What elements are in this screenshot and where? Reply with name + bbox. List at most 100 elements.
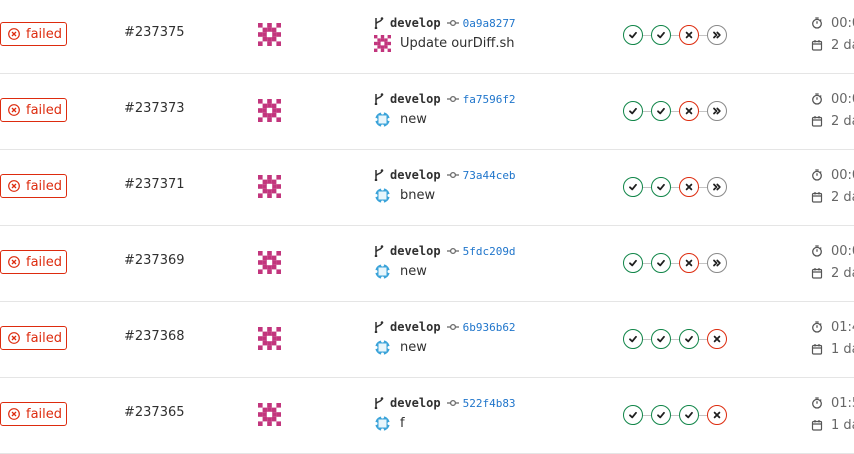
pipeline-timing: 00:0 2 da	[811, 166, 854, 210]
check-icon	[629, 107, 637, 115]
stage-passed-button[interactable]	[651, 405, 671, 425]
stage-passed-button[interactable]	[651, 329, 671, 349]
stage-connector	[671, 414, 679, 416]
stage-skipped-button[interactable]	[707, 101, 727, 121]
pipeline-row: failed #237365 develop 522f4b83 f 01: 1 …	[0, 378, 854, 454]
stage-failed-button[interactable]	[679, 177, 699, 197]
commit-sha-link[interactable]: fa7596f2	[463, 93, 516, 106]
commit-message-link[interactable]: new	[400, 264, 427, 279]
commit-sha-link[interactable]: 0a9a8277	[463, 17, 516, 30]
stage-connector	[699, 186, 707, 188]
stage-failed-button[interactable]	[679, 101, 699, 121]
pipeline-row: failed #237373 develop fa7596f2 new 00: …	[0, 74, 854, 150]
commit-message-link[interactable]: Update ourDiff.sh	[400, 36, 514, 51]
branch-name-link[interactable]: develop	[390, 92, 441, 106]
status-label: failed	[26, 254, 63, 270]
pipeline-id-link[interactable]: #237368	[124, 329, 185, 344]
calendar-icon	[811, 116, 823, 127]
commit-message-link[interactable]: new	[400, 340, 427, 355]
stage-passed-button[interactable]	[651, 253, 671, 273]
commit-sha-link[interactable]: 5fdc209d	[463, 245, 516, 258]
commit-message-link[interactable]: f	[400, 416, 405, 431]
stage-connector	[671, 34, 679, 36]
stage-passed-button[interactable]	[623, 25, 643, 45]
status-label: failed	[26, 178, 63, 194]
triggerer-avatar[interactable]	[258, 403, 281, 426]
pipeline-duration: 00:0	[831, 167, 854, 183]
status-failed-icon	[8, 180, 20, 192]
stage-failed-button[interactable]	[707, 329, 727, 349]
triggerer-avatar[interactable]	[258, 175, 281, 198]
branch-name-link[interactable]: develop	[390, 244, 441, 258]
stage-connector	[671, 262, 679, 264]
pipeline-finished-at: 2 da	[831, 37, 854, 53]
commit-sha-link[interactable]: 6b936b62	[463, 321, 516, 334]
branch-name-link[interactable]: develop	[390, 396, 441, 410]
status-label: failed	[26, 406, 63, 422]
pipeline-id-link[interactable]: #237371	[124, 177, 185, 192]
commit-author-avatar[interactable]	[374, 415, 391, 432]
commit-author-avatar[interactable]	[374, 339, 391, 356]
check-icon	[629, 335, 637, 343]
triggerer-avatar[interactable]	[258, 23, 281, 46]
pipeline-id-link[interactable]: #237373	[124, 101, 185, 116]
status-badge-failed[interactable]: failed	[0, 98, 67, 122]
stage-passed-button[interactable]	[623, 253, 643, 273]
stage-passed-button[interactable]	[651, 101, 671, 121]
commit-author-avatar[interactable]	[374, 263, 391, 280]
branch-icon	[374, 169, 384, 181]
pipeline-row: failed #237375 develop 0a9a8277 Update o…	[0, 0, 854, 74]
stage-failed-button[interactable]	[679, 253, 699, 273]
stage-passed-button[interactable]	[679, 329, 699, 349]
stage-skipped-button[interactable]	[707, 25, 727, 45]
check-icon	[629, 183, 637, 191]
commit-icon	[446, 171, 459, 179]
pipeline-duration: 00:0	[831, 243, 854, 259]
stage-connector	[643, 110, 651, 112]
stage-passed-button[interactable]	[651, 177, 671, 197]
commit-author-avatar[interactable]	[374, 187, 391, 204]
pipeline-id-link[interactable]: #237375	[124, 25, 185, 40]
status-badge-failed[interactable]: failed	[0, 250, 67, 274]
branch-name-link[interactable]: develop	[390, 320, 441, 334]
stage-connector	[643, 414, 651, 416]
status-badge-failed[interactable]: failed	[0, 174, 67, 198]
commit-author-avatar[interactable]	[374, 35, 391, 52]
status-badge-failed[interactable]: failed	[0, 402, 67, 426]
stage-failed-button[interactable]	[707, 405, 727, 425]
stage-passed-button[interactable]	[679, 405, 699, 425]
status-badge-failed[interactable]: failed	[0, 326, 67, 350]
pipeline-duration: 01:4	[831, 319, 854, 335]
branch-name-link[interactable]: develop	[390, 16, 441, 30]
close-icon	[685, 259, 693, 267]
triggerer-avatar[interactable]	[258, 327, 281, 350]
stage-passed-button[interactable]	[623, 329, 643, 349]
stage-passed-button[interactable]	[651, 25, 671, 45]
triggerer-avatar[interactable]	[258, 99, 281, 122]
stage-connector	[671, 110, 679, 112]
stage-passed-button[interactable]	[623, 405, 643, 425]
pipeline-id-link[interactable]: #237369	[124, 253, 185, 268]
pipeline-stages	[623, 25, 727, 45]
stage-skipped-button[interactable]	[707, 253, 727, 273]
stage-skipped-button[interactable]	[707, 177, 727, 197]
pipeline-stages	[623, 329, 727, 349]
timer-icon	[812, 93, 822, 105]
commit-message-link[interactable]: new	[400, 112, 427, 127]
branch-name-link[interactable]: develop	[390, 168, 441, 182]
status-badge-failed[interactable]: failed	[0, 22, 67, 46]
stage-failed-button[interactable]	[679, 25, 699, 45]
check-icon	[685, 335, 693, 343]
stage-passed-button[interactable]	[623, 101, 643, 121]
pipeline-id-link[interactable]: #237365	[124, 405, 185, 420]
commit-author-avatar[interactable]	[374, 111, 391, 128]
close-icon	[685, 107, 693, 115]
commit-sha-link[interactable]: 73a44ceb	[463, 169, 516, 182]
pipeline-stages	[623, 177, 727, 197]
commit-message-link[interactable]: bnew	[400, 188, 435, 203]
triggerer-avatar[interactable]	[258, 251, 281, 274]
stage-passed-button[interactable]	[623, 177, 643, 197]
pipeline-row: failed #237371 develop 73a44ceb bnew 00:…	[0, 150, 854, 226]
commit-sha-link[interactable]: 522f4b83	[463, 397, 516, 410]
double-chevron-right-icon	[713, 107, 721, 115]
